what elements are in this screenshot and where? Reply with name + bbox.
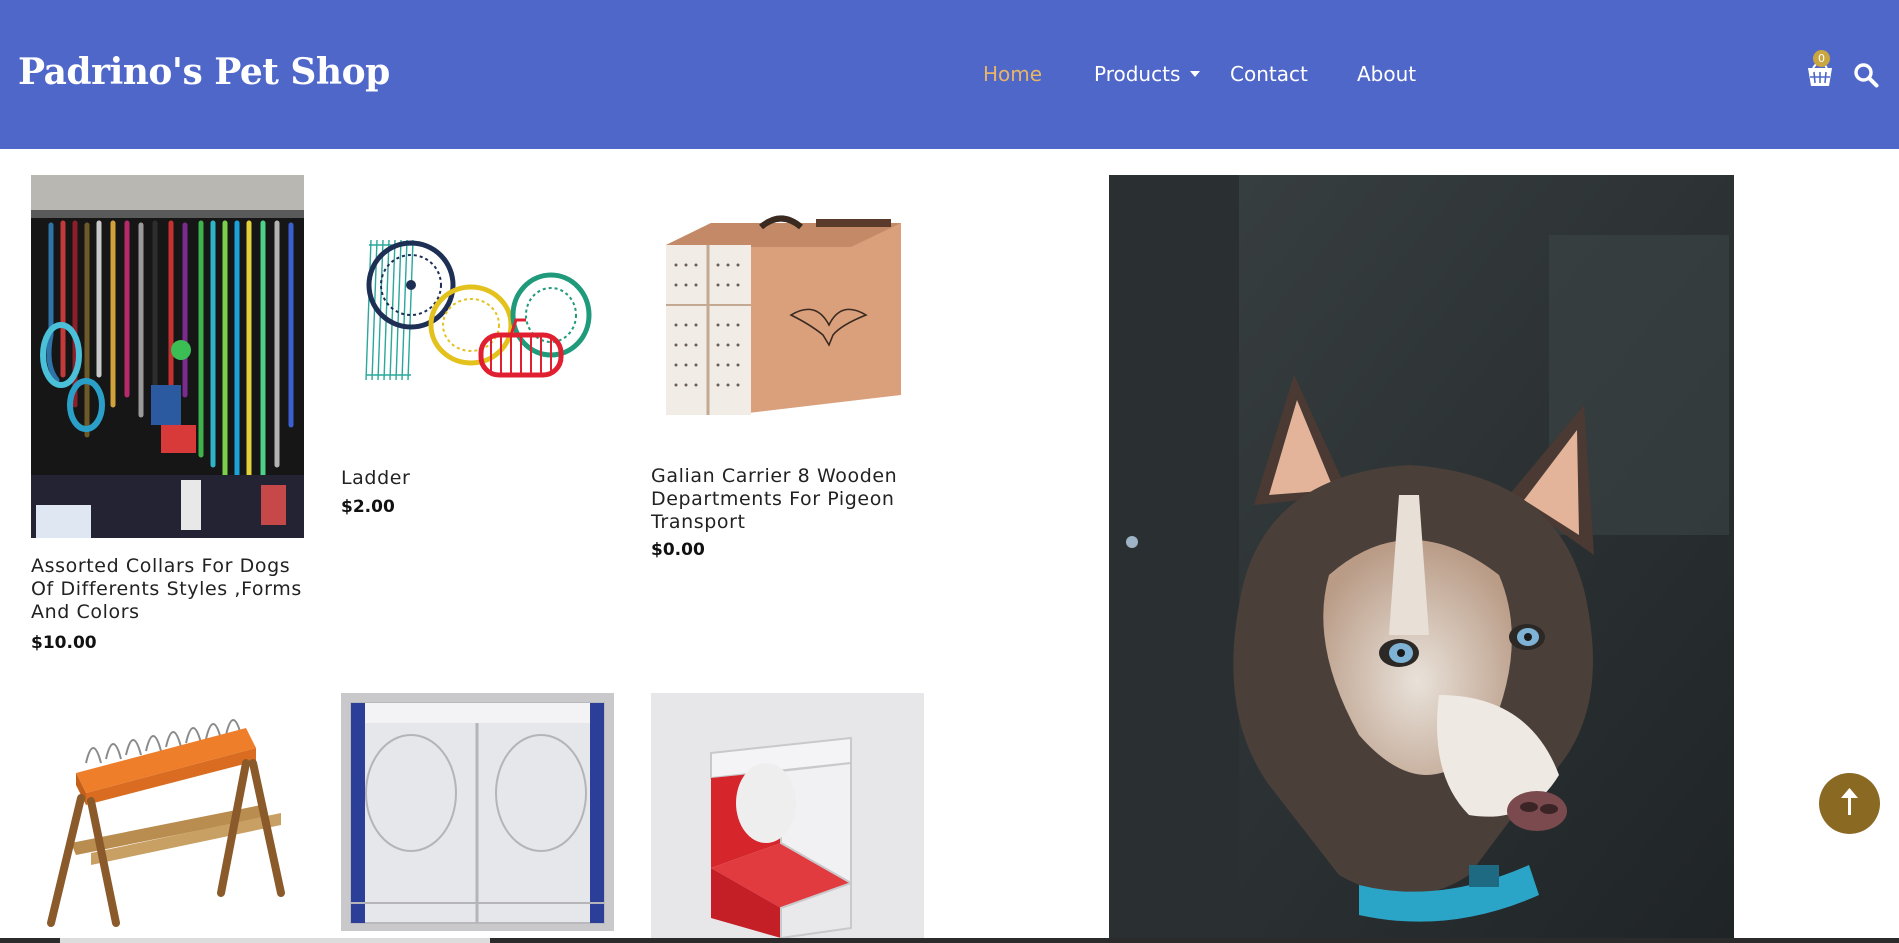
hero-dog-image — [1109, 175, 1734, 943]
arrow-up-icon — [1841, 788, 1858, 815]
product-name[interactable]: Ladder — [341, 467, 623, 490]
product-image-collars[interactable] — [31, 175, 304, 538]
product-image-acrylic-box[interactable] — [341, 693, 614, 931]
product-image-ladder[interactable] — [341, 175, 614, 448]
product-price: $2.00 — [341, 497, 395, 517]
product-name[interactable]: Assorted Collars For Dogs Of Differents … — [31, 555, 313, 624]
brand-logo[interactable]: Padrino's Pet Shop — [18, 50, 390, 94]
search-icon — [1854, 63, 1879, 88]
scrollbar-thumb[interactable] — [60, 938, 490, 943]
chevron-down-icon[interactable] — [1190, 71, 1200, 77]
product-image-feeder[interactable] — [31, 693, 304, 938]
nav-home[interactable]: Home — [983, 60, 1042, 88]
site-header: Padrino's Pet Shop Home Products Contact… — [0, 0, 1899, 149]
nav-products[interactable]: Products — [1094, 60, 1180, 88]
nav-about[interactable]: About — [1357, 60, 1416, 88]
nav-contact[interactable]: Contact — [1230, 60, 1308, 88]
horizontal-scrollbar[interactable] — [0, 938, 1899, 943]
cart-count-badge: 0 — [1813, 50, 1830, 67]
product-image-red-feeder[interactable] — [651, 693, 924, 938]
search-button[interactable] — [1853, 62, 1879, 88]
product-image-pigeon-carrier[interactable] — [651, 175, 924, 448]
cart-button[interactable]: 0 — [1804, 50, 1836, 90]
product-price: $0.00 — [651, 540, 705, 560]
product-name[interactable]: Galian Carrier 8 Wooden Departments For … — [651, 465, 933, 534]
scroll-to-top-button[interactable] — [1819, 773, 1880, 834]
product-price: $10.00 — [31, 633, 97, 653]
